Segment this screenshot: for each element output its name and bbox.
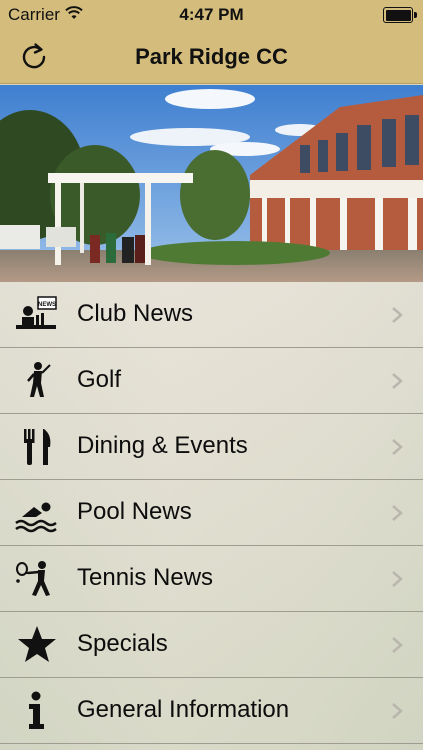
menu-item-label: Club News (77, 300, 194, 327)
menu-item-dining-events[interactable]: Dining & Events (0, 414, 423, 480)
menu-item-label: Pool News (77, 498, 192, 525)
menu-item-label: General Information (77, 696, 290, 723)
chevron-right-icon (392, 505, 403, 521)
menu-list: NEWS Club News Golf Dining & Events Pool… (0, 282, 423, 750)
news-icon: NEWS (14, 295, 60, 335)
menu-item-specials[interactable]: Specials (0, 612, 423, 678)
fork-knife-icon (14, 427, 60, 467)
status-time: 4:47 PM (179, 5, 244, 24)
page-title: Park Ridge CC (135, 44, 288, 69)
menu-item-tennis-news[interactable]: Tennis News (0, 546, 423, 612)
chevron-right-icon (392, 637, 403, 653)
menu-item-club-news[interactable]: NEWS Club News (0, 282, 423, 348)
menu-item-label: Tennis News (77, 564, 214, 591)
menu-item-label: Specials (77, 630, 168, 657)
menu-item-pool-news[interactable]: Pool News (0, 480, 423, 546)
chevron-right-icon (392, 439, 403, 455)
chevron-right-icon (392, 703, 403, 719)
tennis-player-icon (14, 559, 60, 599)
nav-bar: Park Ridge CC (0, 30, 423, 84)
menu-item-general-information[interactable]: General Information (0, 678, 423, 744)
chevron-right-icon (392, 307, 403, 323)
svg-text:NEWS: NEWS (38, 302, 56, 308)
menu-item-label: Golf (77, 366, 122, 393)
chevron-right-icon (392, 373, 403, 389)
chevron-right-icon (392, 571, 403, 587)
info-icon (14, 691, 60, 731)
menu-item-golf[interactable]: Golf (0, 348, 423, 414)
menu-item-label: Dining & Events (77, 432, 248, 459)
star-icon (14, 625, 60, 665)
clubhouse-photo (0, 85, 423, 282)
golfer-icon (14, 361, 60, 401)
swimmer-icon (14, 493, 60, 533)
status-bar: Carrier 4:47 PM (0, 0, 423, 30)
battery-icon (383, 7, 417, 23)
